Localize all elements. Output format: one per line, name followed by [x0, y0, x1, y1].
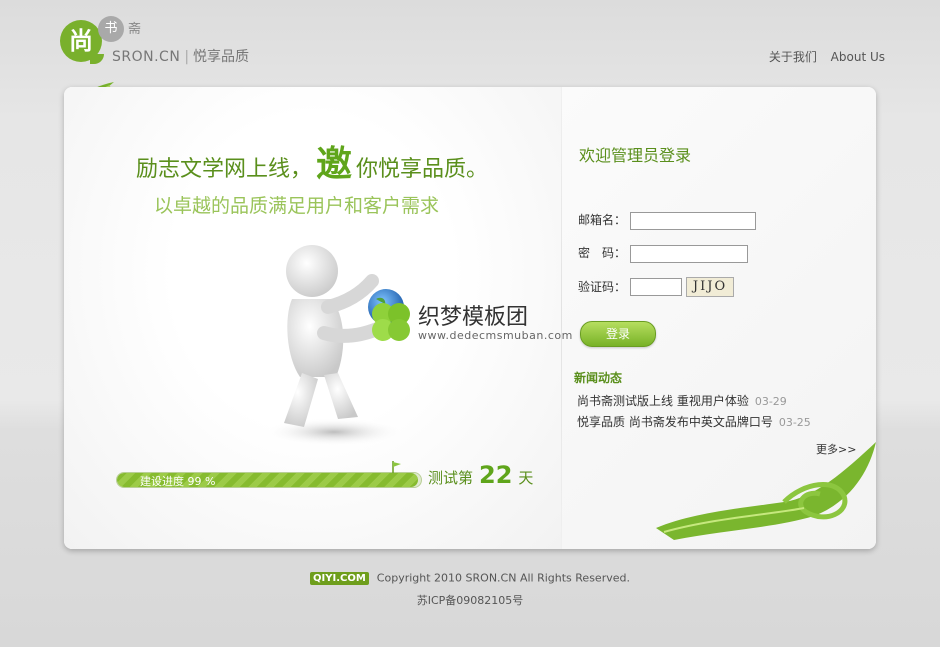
watermark-url: www.dedecmsmuban.com [418, 329, 573, 342]
build-progress: 建设进度 99 % [116, 472, 422, 490]
captcha-field[interactable] [630, 278, 682, 296]
footer-copyright-line: QIYI.COM Copyright 2010 SRON.CN All Right… [0, 571, 940, 585]
news-title: 新闻动态 [574, 371, 623, 385]
news-link[interactable]: 尚书斋测试版上线 重视用户体验 [577, 394, 749, 408]
logo-brand: SRON.CN [112, 49, 181, 65]
headline: 励志文学网上线，邀你悦享品质。 [136, 135, 488, 187]
password-field[interactable] [630, 244, 748, 263]
captcha-image[interactable]: JIJO [686, 277, 734, 297]
test-day-counter: 测试第 22 天 [428, 461, 533, 489]
news-link[interactable]: 悦享品质 尚书斋发布中英文品牌口号 [577, 415, 773, 429]
headline-part2: 你悦享品质。 [356, 157, 489, 182]
news-date: 03-29 [754, 395, 787, 408]
watermark-title: 织梦模板团 [418, 305, 529, 330]
email-row: 邮箱名： [578, 211, 756, 230]
logo-sub-char: 斋 [128, 22, 144, 37]
dedecms-watermark: 织梦模板团 www.dedecmsmuban.com [366, 297, 586, 357]
progress-label: 建设进度 99 % [140, 475, 216, 488]
icp-number: 苏ICP备09082105号 [416, 593, 524, 607]
news-date: 03-25 [778, 416, 811, 429]
qiyi-badge[interactable]: QIYI.COM [310, 571, 369, 585]
day-number: 22 [479, 461, 513, 489]
about-us-link-cn[interactable]: 关于我们 [769, 50, 817, 64]
headline-part1: 励志文学网上线， [136, 157, 313, 182]
email-field[interactable] [630, 211, 756, 230]
captcha-row: 验证码： JIJO [578, 277, 734, 297]
flag-icon [392, 461, 401, 473]
footer: QIYI.COM Copyright 2010 SRON.CN All Right… [0, 571, 940, 608]
news-list: 尚书斋测试版上线 重视用户体验 03-29 悦享品质 尚书斋发布中英文品牌口号 03… [577, 392, 811, 434]
password-row: 密 码： [578, 244, 748, 263]
email-label: 邮箱名： [578, 213, 627, 227]
logo-separator: | [184, 49, 190, 65]
subheadline: 以卓越的品质满足用户和客户需求 [154, 195, 440, 217]
login-button[interactable]: 登录 [580, 321, 656, 347]
logo-mark-secondary: 书 [98, 16, 124, 42]
news-item: 尚书斋测试版上线 重视用户体验 03-29 [577, 392, 811, 413]
news-item: 悦享品质 尚书斋发布中英文品牌口号 03-25 [577, 413, 811, 434]
logo-text: SRON.CN | 悦享品质 [112, 46, 249, 66]
headline-emphasis: 邀 [316, 144, 353, 185]
site-logo[interactable]: 尚 书 斋 SRON.CN | 悦享品质 [60, 16, 260, 70]
password-label: 密 码： [578, 246, 627, 260]
day-prefix: 测试第 [428, 469, 474, 487]
login-title: 欢迎管理员登录 [579, 146, 692, 165]
clover-icon [372, 303, 410, 341]
day-suffix: 天 [518, 469, 534, 487]
top-nav: 关于我们 About Us [759, 48, 885, 65]
logo-slogan: 悦享品质 [193, 49, 250, 65]
logo-mark-tail [90, 54, 104, 64]
about-us-link-en[interactable]: About Us [831, 50, 885, 64]
captcha-label: 验证码： [578, 279, 627, 294]
copyright-text: Copyright 2010 SRON.CN All Rights Reserv… [376, 571, 630, 585]
ribbon-decoration-bottom [656, 442, 876, 540]
